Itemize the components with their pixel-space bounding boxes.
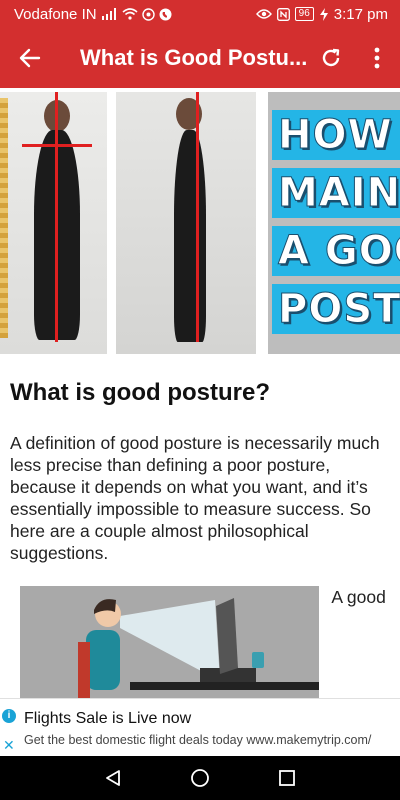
- banner-line-2: MAINTAI: [272, 168, 400, 218]
- more-vertical-icon: [374, 47, 380, 69]
- ad-subtitle[interactable]: Get the best domestic flight deals today…: [24, 733, 371, 747]
- page-title: What is Good Postu...: [80, 45, 308, 70]
- desk-posture-drawing: [20, 586, 320, 698]
- status-right: 96 3:17 pm: [255, 5, 388, 23]
- status-icons-left: [101, 7, 172, 21]
- charging-icon: [319, 7, 328, 21]
- clock: 3:17 pm: [333, 5, 388, 23]
- nav-back-button[interactable]: [93, 758, 133, 798]
- hero-image: HOW T MAINTAI A GOO POSTUR: [0, 88, 400, 356]
- article-content[interactable]: HOW T MAINTAI A GOO POSTUR What is good …: [0, 88, 400, 698]
- article-paragraph: A definition of good posture is necessar…: [10, 433, 380, 563]
- app-bar: What is Good Postu...: [0, 28, 400, 88]
- figure-row: A good: [20, 586, 390, 698]
- person-body: [174, 130, 206, 342]
- overflow-menu-button[interactable]: [354, 28, 400, 88]
- front-posture-photo: [0, 92, 110, 354]
- banner-line-1: HOW T: [272, 110, 400, 160]
- status-bar: Vodafone IN 96 3:17 pm: [0, 0, 400, 28]
- circle-home-icon: [191, 769, 209, 787]
- eye-icon: [255, 9, 272, 19]
- posture-line-vertical: [196, 92, 199, 342]
- status-left: Vodafone IN: [14, 6, 172, 23]
- ad-info-icon[interactable]: i: [2, 709, 16, 723]
- posture-line-vertical: [55, 92, 58, 342]
- wifi-icon: [122, 8, 138, 20]
- nav-home-button[interactable]: [180, 758, 220, 798]
- ad-banner[interactable]: i ✕ Flights Sale is Live now Get the bes…: [0, 698, 400, 756]
- measuring-ruler: [0, 98, 8, 338]
- ad-close-icon[interactable]: ✕: [3, 737, 15, 754]
- refresh-button[interactable]: [308, 28, 354, 88]
- section-heading: What is good posture?: [10, 379, 270, 406]
- nav-recents-button[interactable]: [267, 758, 307, 798]
- signal-icon: [101, 8, 116, 20]
- back-button[interactable]: [0, 28, 60, 88]
- desk-posture-illustration: [20, 586, 320, 698]
- posture-line-horizontal: [22, 144, 92, 147]
- triangle-back-icon: [106, 770, 121, 786]
- ad-title[interactable]: Flights Sale is Live now: [24, 710, 191, 728]
- article-body: What is good posture? A definition of go…: [0, 378, 400, 698]
- posture-title-banner: HOW T MAINTAI A GOO POSTUR: [268, 92, 400, 354]
- whatsapp-icon: [141, 7, 155, 21]
- battery-indicator: 96: [294, 7, 314, 21]
- nfc-icon: [276, 7, 290, 21]
- carrier-name: Vodafone IN: [14, 5, 97, 23]
- system-nav-bar: [0, 756, 400, 800]
- square-recents-icon: [278, 770, 295, 786]
- arrow-left-icon: [19, 48, 41, 68]
- banner-line-3: A GOO: [272, 226, 400, 276]
- refresh-icon: [322, 48, 340, 67]
- banner-line-4: POSTUR: [272, 284, 400, 334]
- figure-caption-start: A good: [331, 587, 386, 607]
- side-posture-photo: [116, 92, 256, 354]
- phone-icon: [159, 8, 172, 20]
